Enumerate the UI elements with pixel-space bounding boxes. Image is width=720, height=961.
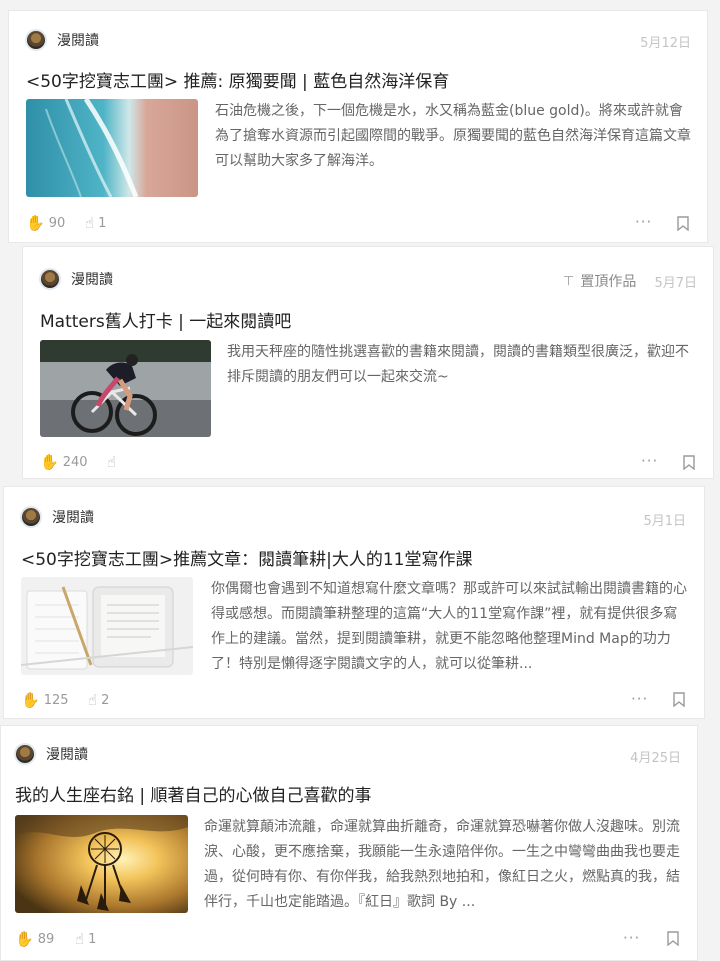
- post-date: 5月12日: [640, 36, 691, 51]
- pinned-label: 置頂作品: [580, 274, 637, 290]
- appreciation-value: 125: [43, 692, 69, 708]
- article-summary[interactable]: 石油危機之後，下一個危機是水，水又稱為藍金(blue gold)。將來或許就會為…: [215, 99, 695, 174]
- donation-value: 2: [101, 692, 110, 708]
- clap-icon: ✋: [26, 214, 45, 232]
- donation-count[interactable]: ☝ 2: [88, 691, 109, 709]
- donation-count[interactable]: ☝ 1: [85, 214, 106, 232]
- avatar[interactable]: [25, 29, 47, 51]
- article-title[interactable]: <50字挖寶志工團>推薦文章：閱讀筆耕|大人的11堂寫作課: [21, 545, 472, 570]
- ocean-beach-image[interactable]: [26, 99, 198, 197]
- clap-icon: ✋: [21, 691, 40, 709]
- avatar[interactable]: [39, 268, 61, 290]
- more-options-button[interactable]: ···: [635, 213, 652, 231]
- article-title[interactable]: 我的人生座右銘 | 順著自己的心做自己喜歡的事: [15, 781, 372, 806]
- bookmark-icon[interactable]: [667, 931, 679, 946]
- ereader-notebook-image[interactable]: [21, 577, 193, 675]
- dreamcatcher-sunset-image[interactable]: [15, 815, 188, 913]
- article-card[interactable]: 漫閱讀 5月12日 <50字挖寶志工團> 推薦: 原獨要聞 | 藍色自然海洋保育…: [8, 10, 708, 243]
- donate-hand-icon: ☝: [107, 453, 117, 471]
- avatar[interactable]: [20, 506, 42, 528]
- pin-icon: ⊤: [563, 273, 575, 289]
- bookmark-icon[interactable]: [677, 216, 689, 231]
- appreciation-value: 240: [62, 454, 88, 470]
- clap-icon: ✋: [40, 453, 59, 471]
- author-name[interactable]: 漫閱讀: [52, 507, 94, 527]
- author-name[interactable]: 漫閱讀: [71, 269, 113, 289]
- post-date: 4月25日: [630, 751, 681, 766]
- article-card[interactable]: 漫閱讀 ⊤ 置頂作品 5月7日 Matters舊人打卡 | 一起來閱讀吧 我用天…: [22, 246, 714, 479]
- donation-count[interactable]: ☝ 1: [75, 930, 96, 948]
- author-info[interactable]: 漫閱讀: [39, 268, 113, 290]
- more-options-button[interactable]: ···: [631, 690, 648, 708]
- article-card[interactable]: 漫閱讀 4月25日 我的人生座右銘 | 順著自己的心做自己喜歡的事 命運就算顛沛…: [0, 725, 698, 961]
- pinned-badge: ⊤ 置頂作品: [563, 271, 636, 291]
- appreciation-value: 90: [48, 215, 66, 231]
- donate-hand-icon: ☝: [88, 691, 98, 709]
- article-summary[interactable]: 我用天秤座的隨性挑選喜歡的書籍來閱讀，閱讀的書籍類型很廣泛，歡迎不排斥閱讀的朋友…: [227, 340, 701, 390]
- article-title[interactable]: <50字挖寶志工團> 推薦: 原獨要聞 | 藍色自然海洋保育: [26, 67, 449, 92]
- donation-value: 1: [88, 931, 97, 947]
- author-info[interactable]: 漫閱讀: [25, 29, 99, 51]
- appreciation-count[interactable]: ✋ 240: [40, 453, 88, 471]
- author-name[interactable]: 漫閱讀: [57, 30, 99, 50]
- article-summary[interactable]: 命運就算顛沛流離，命運就算曲折離奇，命運就算恐嚇著你做人沒趣味。別流淚、心酸，更…: [204, 815, 684, 915]
- post-date: 5月1日: [643, 514, 686, 529]
- donate-hand-icon: ☝: [75, 930, 85, 948]
- appreciation-count[interactable]: ✋ 89: [15, 930, 54, 948]
- more-options-button[interactable]: ···: [641, 452, 658, 470]
- author-info[interactable]: 漫閱讀: [14, 743, 88, 765]
- article-summary[interactable]: 你偶爾也會遇到不知道想寫什麼文章嗎？那或許可以來試試輸出閱讀書籍的心得或感想。而…: [211, 577, 691, 677]
- author-info[interactable]: 漫閱讀: [20, 506, 94, 528]
- appreciation-count[interactable]: ✋ 90: [26, 214, 65, 232]
- bookmark-icon[interactable]: [683, 455, 695, 470]
- author-name[interactable]: 漫閱讀: [46, 744, 88, 764]
- clap-icon: ✋: [15, 930, 34, 948]
- article-title[interactable]: Matters舊人打卡 | 一起來閱讀吧: [40, 307, 291, 332]
- appreciation-count[interactable]: ✋ 125: [21, 691, 69, 709]
- donation-count[interactable]: ☝: [107, 453, 120, 471]
- post-date: 5月7日: [654, 276, 697, 291]
- avatar[interactable]: [14, 743, 36, 765]
- donate-hand-icon: ☝: [85, 214, 95, 232]
- cyclist-image[interactable]: [40, 340, 211, 437]
- donation-value: 1: [98, 215, 107, 231]
- appreciation-value: 89: [37, 931, 55, 947]
- article-card[interactable]: 漫閱讀 5月1日 <50字挖寶志工團>推薦文章：閱讀筆耕|大人的11堂寫作課 你…: [3, 486, 705, 719]
- more-options-button[interactable]: ···: [623, 929, 640, 947]
- bookmark-icon[interactable]: [673, 692, 685, 707]
